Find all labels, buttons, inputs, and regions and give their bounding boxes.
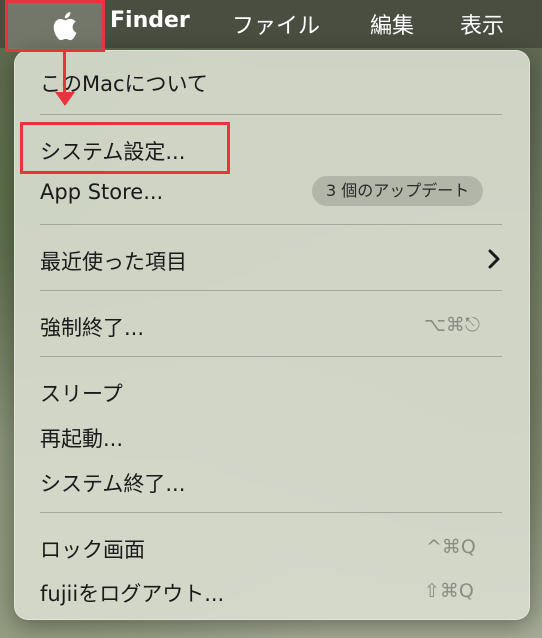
- menu-item-force-quit[interactable]: 強制終了...: [40, 312, 144, 342]
- updates-badge: 3 個のアップデート: [312, 176, 484, 206]
- menubar-file[interactable]: ファイル: [232, 8, 320, 40]
- chevron-right-icon: [488, 249, 500, 269]
- menu-item-shut-down[interactable]: システム終了...: [40, 468, 185, 498]
- menu-item-recent-items[interactable]: 最近使った項目: [40, 246, 187, 276]
- menu-separator: [40, 356, 502, 357]
- annotation-arrow-shaft: [63, 50, 66, 94]
- menu-item-lock-screen[interactable]: ロック画面: [40, 534, 145, 564]
- menu-item-sleep[interactable]: スリープ: [40, 378, 123, 408]
- menu-separator: [40, 290, 502, 291]
- menubar-view[interactable]: 表示: [460, 8, 504, 40]
- menu-separator: [40, 114, 502, 115]
- menubar-edit[interactable]: 編集: [370, 8, 414, 40]
- menu-item-log-out[interactable]: fujiiをログアウト...: [40, 578, 224, 608]
- menu-item-app-store[interactable]: App Store...: [40, 180, 163, 204]
- annotation-highlight-settings: [20, 122, 230, 174]
- menu-item-restart[interactable]: 再起動...: [40, 423, 123, 453]
- force-quit-shortcut: ⌥⌘⎋: [424, 314, 480, 336]
- menu-separator: [40, 224, 502, 225]
- annotation-arrow-head-icon: [55, 92, 75, 106]
- annotation-highlight-apple: [5, 0, 105, 52]
- log-out-shortcut: ⇧⌘Q: [424, 580, 474, 602]
- menu-separator: [40, 512, 502, 513]
- lock-screen-shortcut: ^⌘Q: [426, 536, 476, 558]
- menubar-finder[interactable]: Finder: [110, 8, 190, 33]
